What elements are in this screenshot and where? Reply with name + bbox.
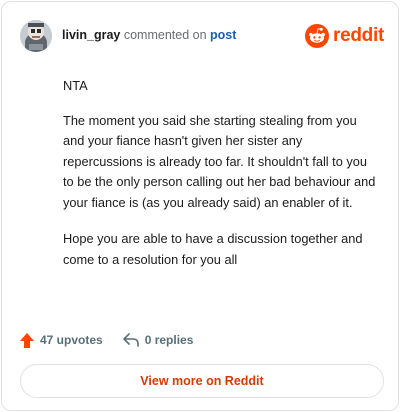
action-text: commented on [123, 28, 207, 42]
reply-count: 0 replies [144, 333, 194, 347]
reddit-snoo-icon [305, 24, 330, 48]
comment-footer: 47 upvotes 0 replies [20, 330, 193, 350]
comment-paragraph: The moment you said she starting stealin… [63, 112, 376, 210]
upvote-stat[interactable]: 47 upvotes [20, 332, 103, 348]
comment-header: livin_gray commented on post reddit [20, 20, 384, 52]
comment-body: NTA The moment you said she starting ste… [63, 76, 381, 286]
comment-paragraph: Hope you are able to have a discussion t… [63, 231, 363, 267]
upvote-count: 47 upvotes [40, 333, 103, 347]
username-link[interactable]: livin_gray [62, 28, 120, 42]
reddit-wordmark: reddit [333, 25, 384, 46]
upvote-arrow-icon [20, 332, 34, 348]
embedded-comment-card: livin_gray commented on post reddit NTA … [1, 1, 399, 411]
replies-stat[interactable]: 0 replies [122, 333, 194, 347]
user-avatar[interactable] [20, 20, 52, 52]
reply-arrow-icon [122, 333, 139, 347]
reddit-logo[interactable]: reddit [305, 23, 384, 49]
comment-paragraph: NTA [63, 78, 88, 93]
post-link[interactable]: post [210, 28, 236, 42]
view-more-button[interactable]: View more on Reddit [20, 364, 384, 398]
comment-meta: livin_gray commented on post [62, 28, 236, 42]
